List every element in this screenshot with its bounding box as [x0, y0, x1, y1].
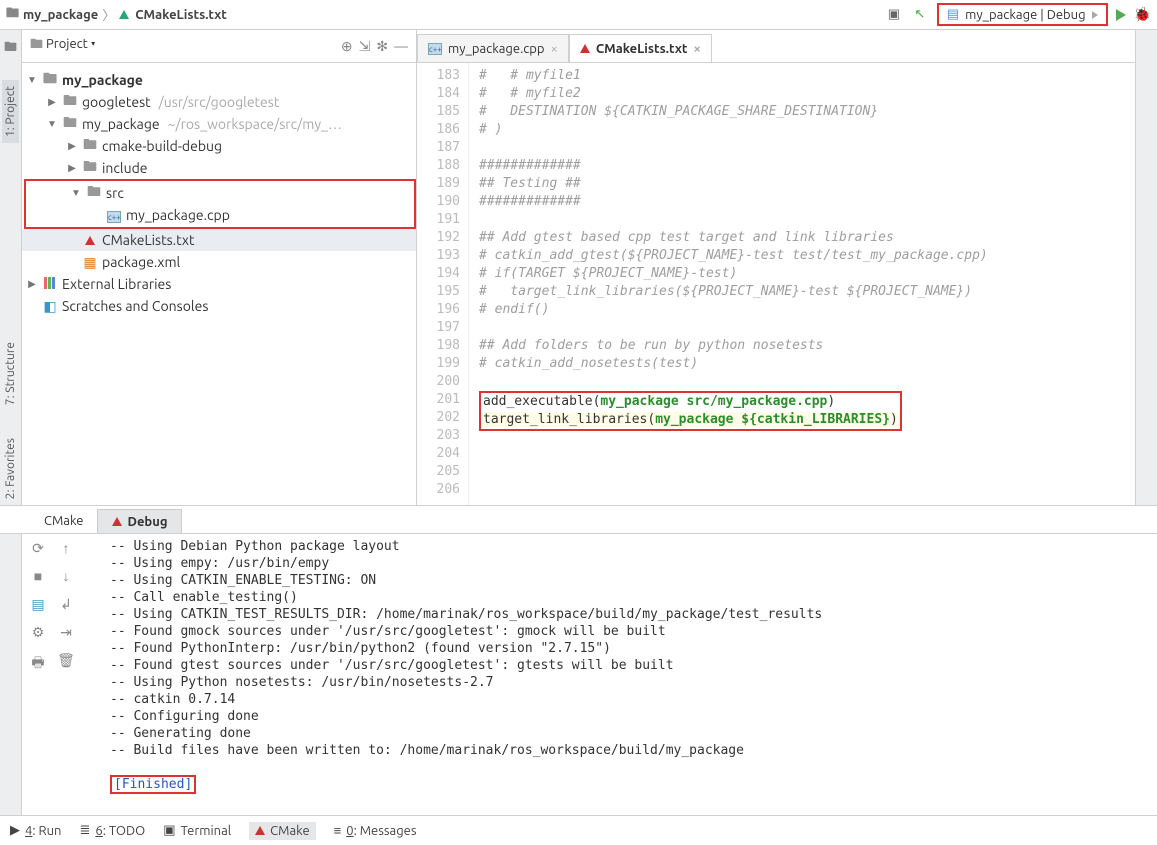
bottom-tab-cmake[interactable]: CMake [30, 509, 97, 533]
scratches-icon: ◧ [42, 298, 58, 315]
run-button[interactable] [1116, 9, 1126, 21]
left-tool-window-bar-lower [0, 534, 22, 815]
gear-icon[interactable]: ⚙ [28, 624, 48, 644]
up-arrow-icon[interactable]: ↑ [56, 540, 76, 560]
code-content[interactable]: # # myfile1 # # myfile2 # DESTINATION ${… [469, 63, 1135, 505]
editor-tab[interactable]: CMakeLists.txt× [569, 34, 712, 62]
project-view-selector[interactable]: 🖿 Project ▾ [30, 35, 96, 57]
cmake-file-icon [85, 236, 95, 245]
close-tab-icon[interactable]: × [693, 42, 700, 56]
main-area: 🖿 1: Project 7: Structure 2: Favorites 🖿… [0, 30, 1157, 505]
build-icon[interactable]: ↖ [911, 6, 929, 24]
bottom-panel-body: ⟳ ↑ ■ ↓ ▤ ↲ ⚙ ⇥ 🖶 🗑 -- Using Debian Pyth… [0, 534, 1157, 815]
project-tree[interactable]: ▼🖿my_package ▶🖿googletest/usr/src/google… [22, 63, 416, 505]
close-tab-icon[interactable]: × [551, 42, 558, 56]
tree-root[interactable]: ▼🖿my_package [22, 69, 416, 91]
status-messages[interactable]: ≡0: Messages [334, 823, 417, 838]
status-run[interactable]: ▶4: Run [10, 823, 61, 838]
editor-tabs: c++my_package.cpp× CMakeLists.txt× [417, 30, 1135, 63]
select-run-config-icon[interactable]: ▣ [885, 6, 903, 24]
filter-icon[interactable]: ▤ [28, 596, 48, 616]
reload-icon[interactable]: ⟳ [28, 540, 48, 560]
run-config-selector[interactable]: ▤ my_package | Debug [937, 3, 1108, 26]
expand-all-icon[interactable]: ⇲ [359, 38, 371, 55]
hide-panel-icon[interactable]: — [394, 38, 408, 54]
bottom-tab-debug[interactable]: Debug [97, 509, 182, 533]
folder-icon: 🖿 [4, 38, 17, 60]
tree-item[interactable]: ▼🖿my_package~/ros_workspace/src/my_… [22, 113, 416, 135]
editor-area: c++my_package.cpp× CMakeLists.txt× 183 1… [417, 30, 1135, 505]
tree-item-pkgxml[interactable]: ▶▦package.xml [22, 251, 416, 273]
run-config-label: my_package | Debug [965, 8, 1085, 22]
breadcrumb[interactable]: 🖿 my_package 〉 CMakeLists.txt [6, 4, 881, 26]
debug-button[interactable]: 🐞 [1134, 6, 1151, 23]
tree-item-ext-lib[interactable]: ▶External Libraries [22, 273, 416, 295]
folder-icon: 🖿 [6, 4, 19, 26]
scroll-to-end-icon[interactable]: ⇥ [56, 624, 76, 644]
bottom-panel-tabs: CMake Debug [0, 506, 1157, 534]
tool-tab-structure[interactable]: 7: Structure [2, 336, 19, 411]
cpp-file-icon: c++ [107, 211, 121, 223]
list-icon: ≡ [334, 823, 342, 838]
cmake-file-icon [580, 44, 590, 53]
tree-item-scratches[interactable]: ▶◧Scratches and Consoles [22, 295, 416, 317]
status-terminal[interactable]: ▣Terminal [163, 823, 231, 838]
library-icon [43, 276, 57, 288]
toolbar-right: ▣ ↖ ▤ my_package | Debug 🐞 [885, 3, 1151, 26]
tree-item[interactable]: ▶🖿include [22, 157, 416, 179]
tree-item[interactable]: ▶🖿cmake-build-debug [22, 135, 416, 157]
highlighted-src-folder: ▼🖿src ▶c++my_package.cpp [24, 179, 416, 229]
project-panel-header: 🖿 Project ▾ ⊕ ⇲ ✻ — [22, 30, 416, 63]
tree-item-cpp[interactable]: ▶c++my_package.cpp [26, 204, 414, 226]
status-cmake[interactable]: CMake [249, 822, 315, 840]
code-editor[interactable]: 183 184 185 186 187 188 189 190 191 192 … [417, 63, 1135, 505]
tool-tab-project[interactable]: 1: Project [2, 80, 19, 143]
window-icon: ▤ [947, 7, 959, 22]
cmake-icon [119, 10, 129, 19]
breadcrumb-file[interactable]: CMakeLists.txt [135, 8, 227, 22]
cmake-icon [255, 826, 265, 835]
navigation-bar: 🖿 my_package 〉 CMakeLists.txt ▣ ↖ ▤ my_p… [0, 0, 1157, 30]
breadcrumb-root[interactable]: my_package [23, 8, 98, 22]
trash-icon[interactable]: 🗑 [56, 652, 76, 672]
status-todo[interactable]: ≣6: TODO [79, 823, 145, 838]
cmake-output[interactable]: -- Using Debian Python package layout --… [102, 534, 1157, 815]
tool-tab-favorites[interactable]: 2: Favorites [2, 432, 19, 505]
print-icon[interactable]: 🖶 [28, 652, 48, 672]
cmake-toolbar: ⟳ ↑ ■ ↓ ▤ ↲ ⚙ ⇥ 🖶 🗑 [22, 534, 102, 815]
cpp-file-icon: c++ [428, 43, 442, 55]
xml-file-icon: ▦ [82, 254, 98, 271]
down-arrow-icon[interactable]: ↓ [56, 568, 76, 588]
bottom-panel: CMake Debug ⟳ ↑ ■ ↓ ▤ ↲ ⚙ ⇥ 🖶 🗑 -- Using… [0, 505, 1157, 815]
tree-item[interactable]: ▶🖿googletest/usr/src/googletest [22, 91, 416, 113]
tree-item-cmakelists[interactable]: ▶CMakeLists.txt [22, 229, 416, 251]
status-bar: ▶4: Run ≣6: TODO ▣Terminal CMake ≡0: Mes… [0, 815, 1157, 845]
right-tool-window-bar [1135, 30, 1157, 505]
project-panel: 🖿 Project ▾ ⊕ ⇲ ✻ — ▼🖿my_package ▶🖿googl… [22, 30, 417, 505]
editor-tab[interactable]: c++my_package.cpp× [417, 34, 569, 62]
terminal-icon: ▣ [163, 823, 175, 838]
tree-item-src[interactable]: ▼🖿src [26, 182, 414, 204]
cmake-icon [112, 517, 122, 526]
stop-icon[interactable]: ■ [28, 568, 48, 588]
settings-icon[interactable]: ✻ [376, 38, 388, 55]
chevron-right-icon: 〉 [102, 5, 115, 24]
line-number-gutter: 183 184 185 186 187 188 189 190 191 192 … [417, 63, 469, 505]
soft-wrap-icon[interactable]: ↲ [56, 596, 76, 616]
dropdown-arrow-icon [1092, 11, 1098, 19]
left-tool-window-bar: 🖿 1: Project 7: Structure 2: Favorites [0, 30, 22, 505]
locate-icon[interactable]: ⊕ [341, 38, 353, 55]
list-icon: ≣ [79, 823, 90, 838]
play-icon: ▶ [10, 823, 20, 838]
